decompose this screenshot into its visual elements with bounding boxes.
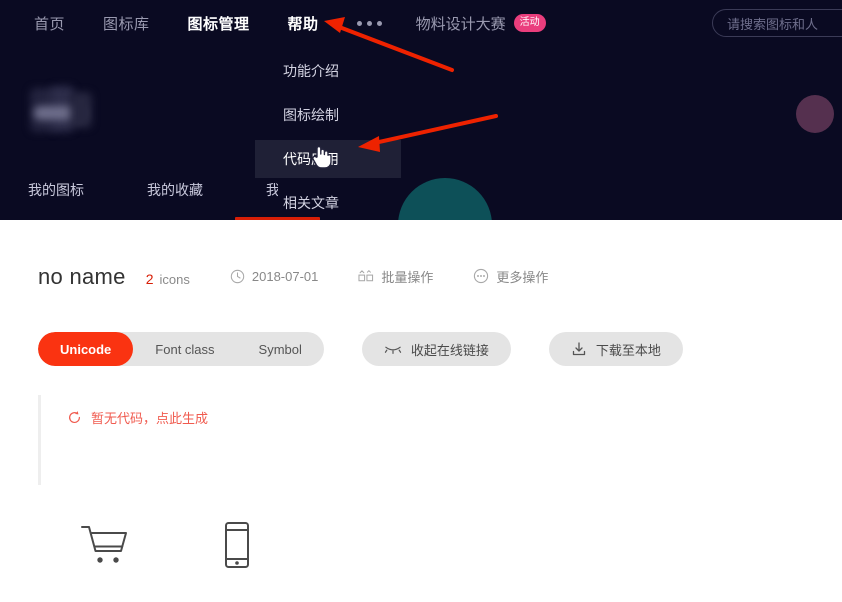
more-circle-icon [474,268,489,284]
page-root: 首页 图标库 图标管理 帮助 物料设计大赛 活动 请搜索图标和人 我的图标 我的… [0,0,842,602]
search-placeholder: 请搜索图标和人 [727,16,819,32]
user-avatar-blurred [28,86,96,134]
avatar[interactable] [796,95,834,133]
contest-activity-badge: 活动 [513,14,546,32]
nav-item-icon-management[interactable]: 图标管理 [188,13,250,34]
download-local-button[interactable]: 下载至本地 [548,332,683,366]
more-operation-label: 更多操作 [496,269,549,285]
sidebar-item-my-icons[interactable]: 我的图标 [28,180,84,200]
dropdown-item-icon-drawing[interactable]: 图标绘制 [255,96,401,134]
mobile-phone-icon [225,522,249,568]
code-format-toolbar: Unicode Font class Symbol 收起在线链接 下载至本地 [38,332,683,366]
tab-font-class[interactable]: Font class [133,332,236,366]
download-local-label: 下载至本地 [595,342,661,358]
main-content: no name 2 icons 2018-07-01 批量操作 更多操作 Uni… [0,220,842,602]
generate-code-label: 暂无代码，点此生成 [91,411,209,426]
collapse-online-link-button[interactable]: 收起在线链接 [361,332,511,366]
project-header: no name 2 icons 2018-07-01 批量操作 更多操作 [38,264,548,294]
project-date: 2018-07-01 [230,269,319,284]
tab-unicode[interactable]: Unicode [38,332,134,366]
icon-item-mobile-phone[interactable] [170,520,302,570]
refresh-icon [69,411,80,423]
eye-closed-icon [384,346,402,354]
dropdown-item-feature-intro[interactable]: 功能介绍 [255,52,401,90]
search-input[interactable]: 请搜索图标和人 [712,9,842,37]
project-icon-count-label: icons [159,272,190,287]
download-icon [572,342,586,356]
generate-code-link[interactable]: 暂无代码，点此生成 [67,408,208,427]
clock-icon [230,269,245,284]
nav-item-help[interactable]: 帮助 [288,13,319,34]
project-date-label: 2018-07-01 [251,269,319,284]
tab-symbol[interactable]: Symbol [237,332,324,366]
help-dropdown-menu: 功能介绍 图标绘制 代码应用 相关文章 [255,48,401,220]
icon-list [38,520,302,570]
sidebar-item-my-favorites[interactable]: 我的收藏 [147,180,203,200]
icon-item-shopping-cart[interactable] [38,520,170,568]
batch-operation-label: 批量操作 [381,270,434,285]
ellipsis-icon[interactable] [356,20,382,26]
collapse-online-link-label: 收起在线链接 [410,342,489,358]
sub-navigation: 我的图标 我的收藏 我的项目 [28,180,278,200]
more-operation-button[interactable]: 更多操作 [473,267,548,286]
nav-item-contest[interactable]: 物料设计大赛 活动 [416,13,546,34]
batch-select-icon [358,269,374,282]
nav-contest-label: 物料设计大赛 [415,15,506,33]
dropdown-item-related-articles[interactable]: 相关文章 [255,184,401,220]
page-title: no name [38,264,126,289]
code-display-panel: 暂无代码，点此生成 [38,395,638,485]
shopping-cart-icon [81,526,127,563]
site-header: 首页 图标库 图标管理 帮助 物料设计大赛 活动 请搜索图标和人 我的图标 我的… [0,0,842,220]
decorative-teal-circle [398,178,492,220]
nav-item-home[interactable]: 首页 [34,13,65,34]
project-icon-count: 2 [145,271,154,287]
dropdown-item-code-usage[interactable]: 代码应用 [255,140,401,178]
nav-item-icon-library[interactable]: 图标库 [103,13,150,34]
batch-operation-button[interactable]: 批量操作 [358,267,433,286]
code-format-tabs: Unicode Font class Symbol [38,332,324,366]
